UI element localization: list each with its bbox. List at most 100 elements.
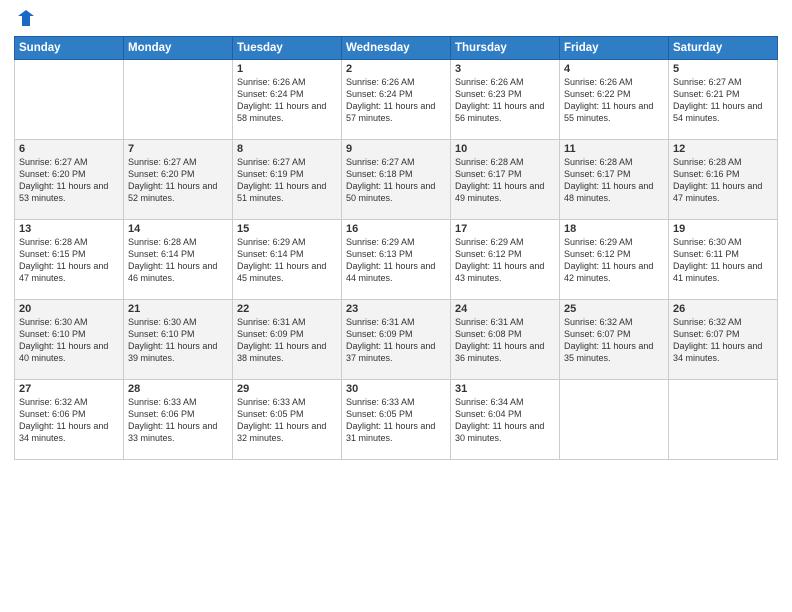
day-info: Sunrise: 6:32 AMSunset: 6:06 PMDaylight:… xyxy=(19,396,119,445)
calendar-cell: 16Sunrise: 6:29 AMSunset: 6:13 PMDayligh… xyxy=(342,220,451,300)
logo xyxy=(14,10,36,28)
day-info: Sunrise: 6:32 AMSunset: 6:07 PMDaylight:… xyxy=(564,316,664,365)
calendar-cell: 15Sunrise: 6:29 AMSunset: 6:14 PMDayligh… xyxy=(233,220,342,300)
calendar-cell: 2Sunrise: 6:26 AMSunset: 6:24 PMDaylight… xyxy=(342,60,451,140)
calendar-cell: 17Sunrise: 6:29 AMSunset: 6:12 PMDayligh… xyxy=(451,220,560,300)
week-row-3: 13Sunrise: 6:28 AMSunset: 6:15 PMDayligh… xyxy=(15,220,778,300)
calendar-cell: 9Sunrise: 6:27 AMSunset: 6:18 PMDaylight… xyxy=(342,140,451,220)
calendar-cell: 25Sunrise: 6:32 AMSunset: 6:07 PMDayligh… xyxy=(560,300,669,380)
calendar-cell: 14Sunrise: 6:28 AMSunset: 6:14 PMDayligh… xyxy=(124,220,233,300)
day-info: Sunrise: 6:28 AMSunset: 6:14 PMDaylight:… xyxy=(128,236,228,285)
day-info: Sunrise: 6:29 AMSunset: 6:13 PMDaylight:… xyxy=(346,236,446,285)
day-number: 20 xyxy=(19,303,119,315)
day-number: 24 xyxy=(455,303,555,315)
calendar-table: Sunday Monday Tuesday Wednesday Thursday… xyxy=(14,36,778,460)
day-number: 9 xyxy=(346,143,446,155)
day-info: Sunrise: 6:28 AMSunset: 6:17 PMDaylight:… xyxy=(564,156,664,205)
calendar-cell: 7Sunrise: 6:27 AMSunset: 6:20 PMDaylight… xyxy=(124,140,233,220)
calendar-cell: 10Sunrise: 6:28 AMSunset: 6:17 PMDayligh… xyxy=(451,140,560,220)
day-info: Sunrise: 6:28 AMSunset: 6:16 PMDaylight:… xyxy=(673,156,773,205)
week-row-5: 27Sunrise: 6:32 AMSunset: 6:06 PMDayligh… xyxy=(15,380,778,460)
day-info: Sunrise: 6:26 AMSunset: 6:23 PMDaylight:… xyxy=(455,76,555,125)
day-number: 5 xyxy=(673,63,773,75)
day-info: Sunrise: 6:34 AMSunset: 6:04 PMDaylight:… xyxy=(455,396,555,445)
calendar-cell: 28Sunrise: 6:33 AMSunset: 6:06 PMDayligh… xyxy=(124,380,233,460)
calendar-cell: 13Sunrise: 6:28 AMSunset: 6:15 PMDayligh… xyxy=(15,220,124,300)
calendar-cell: 11Sunrise: 6:28 AMSunset: 6:17 PMDayligh… xyxy=(560,140,669,220)
day-info: Sunrise: 6:29 AMSunset: 6:12 PMDaylight:… xyxy=(455,236,555,285)
calendar-cell: 22Sunrise: 6:31 AMSunset: 6:09 PMDayligh… xyxy=(233,300,342,380)
day-info: Sunrise: 6:31 AMSunset: 6:09 PMDaylight:… xyxy=(237,316,337,365)
day-number: 31 xyxy=(455,383,555,395)
day-number: 27 xyxy=(19,383,119,395)
day-number: 28 xyxy=(128,383,228,395)
calendar-cell: 29Sunrise: 6:33 AMSunset: 6:05 PMDayligh… xyxy=(233,380,342,460)
day-number: 8 xyxy=(237,143,337,155)
day-info: Sunrise: 6:28 AMSunset: 6:17 PMDaylight:… xyxy=(455,156,555,205)
day-info: Sunrise: 6:30 AMSunset: 6:10 PMDaylight:… xyxy=(128,316,228,365)
day-number: 18 xyxy=(564,223,664,235)
header-sunday: Sunday xyxy=(15,37,124,60)
day-info: Sunrise: 6:31 AMSunset: 6:08 PMDaylight:… xyxy=(455,316,555,365)
day-number: 15 xyxy=(237,223,337,235)
header-friday: Friday xyxy=(560,37,669,60)
day-number: 4 xyxy=(564,63,664,75)
header xyxy=(14,10,778,28)
logo-text xyxy=(14,10,36,28)
week-row-2: 6Sunrise: 6:27 AMSunset: 6:20 PMDaylight… xyxy=(15,140,778,220)
day-info: Sunrise: 6:27 AMSunset: 6:19 PMDaylight:… xyxy=(237,156,337,205)
calendar-cell: 4Sunrise: 6:26 AMSunset: 6:22 PMDaylight… xyxy=(560,60,669,140)
calendar-cell: 27Sunrise: 6:32 AMSunset: 6:06 PMDayligh… xyxy=(15,380,124,460)
day-number: 7 xyxy=(128,143,228,155)
day-number: 26 xyxy=(673,303,773,315)
day-info: Sunrise: 6:33 AMSunset: 6:05 PMDaylight:… xyxy=(237,396,337,445)
day-number: 17 xyxy=(455,223,555,235)
day-number: 12 xyxy=(673,143,773,155)
calendar-cell: 18Sunrise: 6:29 AMSunset: 6:12 PMDayligh… xyxy=(560,220,669,300)
day-info: Sunrise: 6:27 AMSunset: 6:21 PMDaylight:… xyxy=(673,76,773,125)
weekday-header-row: Sunday Monday Tuesday Wednesday Thursday… xyxy=(15,37,778,60)
day-number: 14 xyxy=(128,223,228,235)
day-info: Sunrise: 6:27 AMSunset: 6:18 PMDaylight:… xyxy=(346,156,446,205)
day-number: 29 xyxy=(237,383,337,395)
calendar-cell: 23Sunrise: 6:31 AMSunset: 6:09 PMDayligh… xyxy=(342,300,451,380)
day-info: Sunrise: 6:27 AMSunset: 6:20 PMDaylight:… xyxy=(19,156,119,205)
day-info: Sunrise: 6:26 AMSunset: 6:22 PMDaylight:… xyxy=(564,76,664,125)
day-info: Sunrise: 6:29 AMSunset: 6:12 PMDaylight:… xyxy=(564,236,664,285)
day-number: 19 xyxy=(673,223,773,235)
day-number: 23 xyxy=(346,303,446,315)
calendar-cell: 8Sunrise: 6:27 AMSunset: 6:19 PMDaylight… xyxy=(233,140,342,220)
calendar-cell: 5Sunrise: 6:27 AMSunset: 6:21 PMDaylight… xyxy=(669,60,778,140)
calendar-cell xyxy=(124,60,233,140)
header-tuesday: Tuesday xyxy=(233,37,342,60)
header-thursday: Thursday xyxy=(451,37,560,60)
day-number: 16 xyxy=(346,223,446,235)
day-number: 6 xyxy=(19,143,119,155)
calendar-cell: 30Sunrise: 6:33 AMSunset: 6:05 PMDayligh… xyxy=(342,380,451,460)
calendar-cell: 31Sunrise: 6:34 AMSunset: 6:04 PMDayligh… xyxy=(451,380,560,460)
header-wednesday: Wednesday xyxy=(342,37,451,60)
day-info: Sunrise: 6:30 AMSunset: 6:10 PMDaylight:… xyxy=(19,316,119,365)
calendar-cell: 3Sunrise: 6:26 AMSunset: 6:23 PMDaylight… xyxy=(451,60,560,140)
header-monday: Monday xyxy=(124,37,233,60)
day-number: 11 xyxy=(564,143,664,155)
day-info: Sunrise: 6:26 AMSunset: 6:24 PMDaylight:… xyxy=(237,76,337,125)
day-number: 25 xyxy=(564,303,664,315)
calendar-cell xyxy=(669,380,778,460)
day-info: Sunrise: 6:30 AMSunset: 6:11 PMDaylight:… xyxy=(673,236,773,285)
week-row-1: 1Sunrise: 6:26 AMSunset: 6:24 PMDaylight… xyxy=(15,60,778,140)
day-number: 10 xyxy=(455,143,555,155)
day-info: Sunrise: 6:26 AMSunset: 6:24 PMDaylight:… xyxy=(346,76,446,125)
calendar-cell xyxy=(15,60,124,140)
calendar-cell: 20Sunrise: 6:30 AMSunset: 6:10 PMDayligh… xyxy=(15,300,124,380)
day-number: 21 xyxy=(128,303,228,315)
day-number: 1 xyxy=(237,63,337,75)
calendar-cell: 12Sunrise: 6:28 AMSunset: 6:16 PMDayligh… xyxy=(669,140,778,220)
day-info: Sunrise: 6:29 AMSunset: 6:14 PMDaylight:… xyxy=(237,236,337,285)
day-info: Sunrise: 6:28 AMSunset: 6:15 PMDaylight:… xyxy=(19,236,119,285)
day-info: Sunrise: 6:27 AMSunset: 6:20 PMDaylight:… xyxy=(128,156,228,205)
week-row-4: 20Sunrise: 6:30 AMSunset: 6:10 PMDayligh… xyxy=(15,300,778,380)
day-number: 30 xyxy=(346,383,446,395)
day-number: 22 xyxy=(237,303,337,315)
calendar-cell: 24Sunrise: 6:31 AMSunset: 6:08 PMDayligh… xyxy=(451,300,560,380)
